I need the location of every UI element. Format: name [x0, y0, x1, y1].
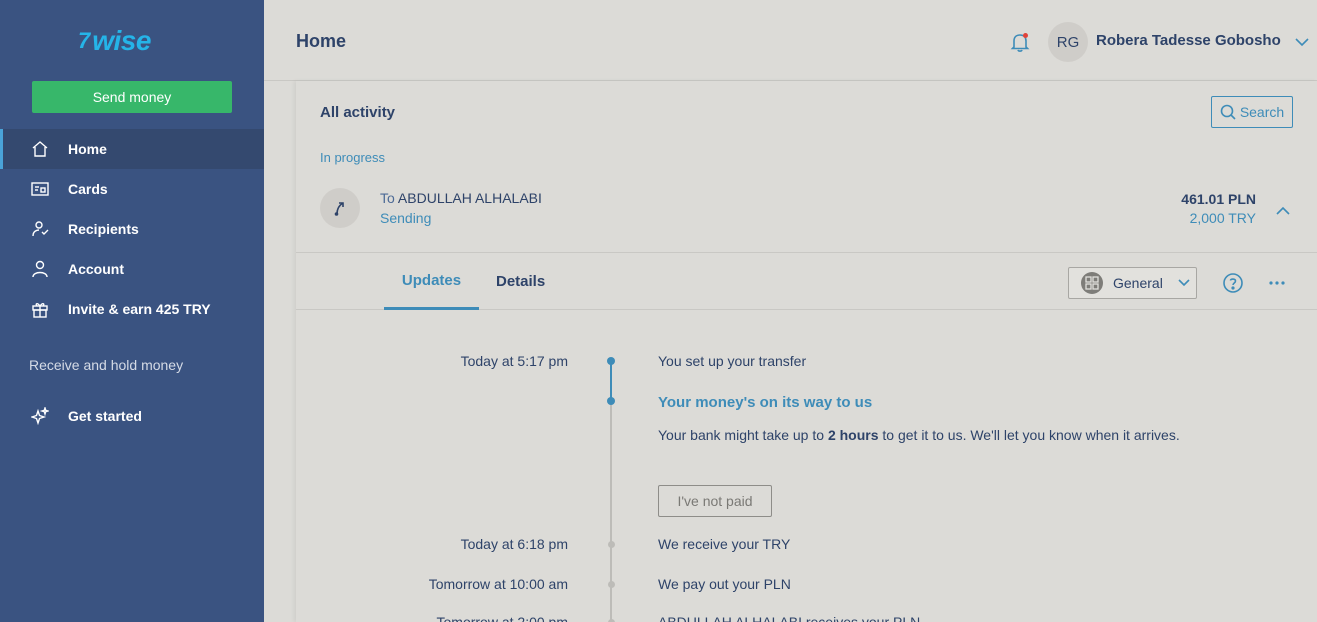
- timeline-step-text: We receive your TRY: [658, 536, 791, 552]
- desc-part: to get it to us. We'll let you know when…: [878, 427, 1180, 443]
- recipients-icon: [30, 219, 50, 239]
- wise-logo-text: wise: [92, 25, 151, 56]
- tab-updates[interactable]: Updates: [384, 253, 479, 310]
- timeline-time: Today at 5:17 pm: [460, 353, 568, 369]
- wise-flag-icon: 7: [78, 28, 91, 53]
- receive-section-label: Receive and hold money: [29, 357, 184, 373]
- wise-logo[interactable]: 7 wise: [78, 25, 178, 56]
- timeline-current-description: Your bank might take up to 2 hours to ge…: [658, 423, 1218, 447]
- search-button[interactable]: Search: [1211, 96, 1293, 128]
- transfer-recipient-name: ABDULLAH ALHALABI: [397, 190, 542, 206]
- page-title: Home: [296, 31, 347, 51]
- send-money-button[interactable]: Send money: [32, 81, 232, 113]
- sidebar-item-label: Recipients: [68, 221, 139, 237]
- sidebar-item-recipients[interactable]: Recipients: [0, 209, 264, 249]
- more-options-icon[interactable]: [1266, 272, 1288, 294]
- timeline-dot-pending: [607, 541, 615, 548]
- transfer-amount-sent: 461.01 PLN: [1181, 191, 1256, 207]
- timeline-line-pending: [610, 401, 612, 622]
- timeline-line-progress: [610, 361, 612, 401]
- transfer-tabs: Updates Details General: [296, 253, 1317, 310]
- tab-details[interactable]: Details: [496, 253, 545, 310]
- get-started-section: Get started: [0, 396, 264, 436]
- sidebar-item-label: Invite & earn 425 TRY: [68, 301, 211, 317]
- timeline-dot-done: [607, 357, 615, 365]
- timeline-step-text: We pay out your PLN: [658, 576, 791, 592]
- timeline-time: Tomorrow at 2:00 pm: [436, 614, 569, 622]
- sidebar-item-get-started[interactable]: Get started: [0, 396, 264, 436]
- sidebar-item-label: Account: [68, 261, 124, 277]
- avatar[interactable]: RG: [1048, 22, 1088, 62]
- not-paid-button[interactable]: I've not paid: [658, 485, 772, 517]
- home-icon: [30, 139, 50, 159]
- sidebar-item-label: Cards: [68, 181, 108, 197]
- sidebar-item-label: Home: [68, 141, 107, 157]
- timeline-step-text: You set up your transfer: [658, 353, 807, 369]
- transfer-status: Sending: [380, 210, 432, 226]
- card-icon: [30, 179, 50, 199]
- sidebar-item-label: Get started: [68, 408, 142, 424]
- timeline-current-heading: Your money's on its way to us: [658, 394, 873, 411]
- transfer-to-prefix: To: [380, 190, 395, 206]
- search-icon: [1220, 104, 1236, 120]
- activity-title: All activity: [320, 104, 396, 121]
- timeline-time: Tomorrow at 10:00 am: [428, 576, 568, 592]
- transfer-amount-received: 2,000 TRY: [1189, 210, 1256, 226]
- account-icon: [30, 259, 50, 279]
- activity-panel: All activity Search In progress To ABDUL…: [296, 81, 1317, 622]
- timeline-dot-current: [607, 397, 615, 405]
- sidebar: 7 wise Send money Home Cards Recipients: [0, 0, 264, 622]
- general-dropdown-label: General: [1113, 275, 1163, 291]
- grid-icon: [1081, 272, 1103, 294]
- timeline-time: Today at 6:18 pm: [460, 536, 568, 552]
- sidebar-item-home[interactable]: Home: [0, 129, 264, 169]
- chevron-down-icon[interactable]: [1294, 34, 1310, 50]
- search-button-label: Search: [1239, 104, 1285, 120]
- user-name[interactable]: Robera Tadesse Gobosho: [1096, 32, 1281, 49]
- chevron-down-icon: [1177, 275, 1191, 292]
- desc-highlight: 2 hours: [827, 427, 879, 443]
- timeline-dot-pending: [607, 581, 615, 588]
- sidebar-nav: Home Cards Recipients Account Invite & e…: [0, 129, 264, 329]
- sidebar-item-invite[interactable]: Invite & earn 425 TRY: [0, 289, 264, 329]
- desc-part: Your bank might take up to: [658, 427, 828, 443]
- help-icon[interactable]: [1222, 272, 1244, 294]
- transfer-row[interactable]: To ABDULLAH ALHALABI Sending 461.01 PLN …: [296, 173, 1317, 253]
- sidebar-item-account[interactable]: Account: [0, 249, 264, 289]
- sidebar-item-cards[interactable]: Cards: [0, 169, 264, 209]
- general-dropdown[interactable]: General: [1068, 267, 1197, 299]
- notification-bell-icon[interactable]: [1008, 30, 1032, 54]
- gift-icon: [30, 299, 50, 319]
- sparkle-icon: [30, 406, 50, 426]
- chevron-up-icon[interactable]: [1274, 202, 1294, 222]
- timeline-step-text: ABDULLAH ALHALABI receives your PLN: [658, 614, 921, 622]
- top-header: Home RG Robera Tadesse Gobosho: [264, 0, 1317, 81]
- in-progress-label: In progress: [320, 150, 386, 165]
- transfer-arrow-icon: [320, 188, 360, 228]
- transfer-recipient: To ABDULLAH ALHALABI: [380, 190, 542, 206]
